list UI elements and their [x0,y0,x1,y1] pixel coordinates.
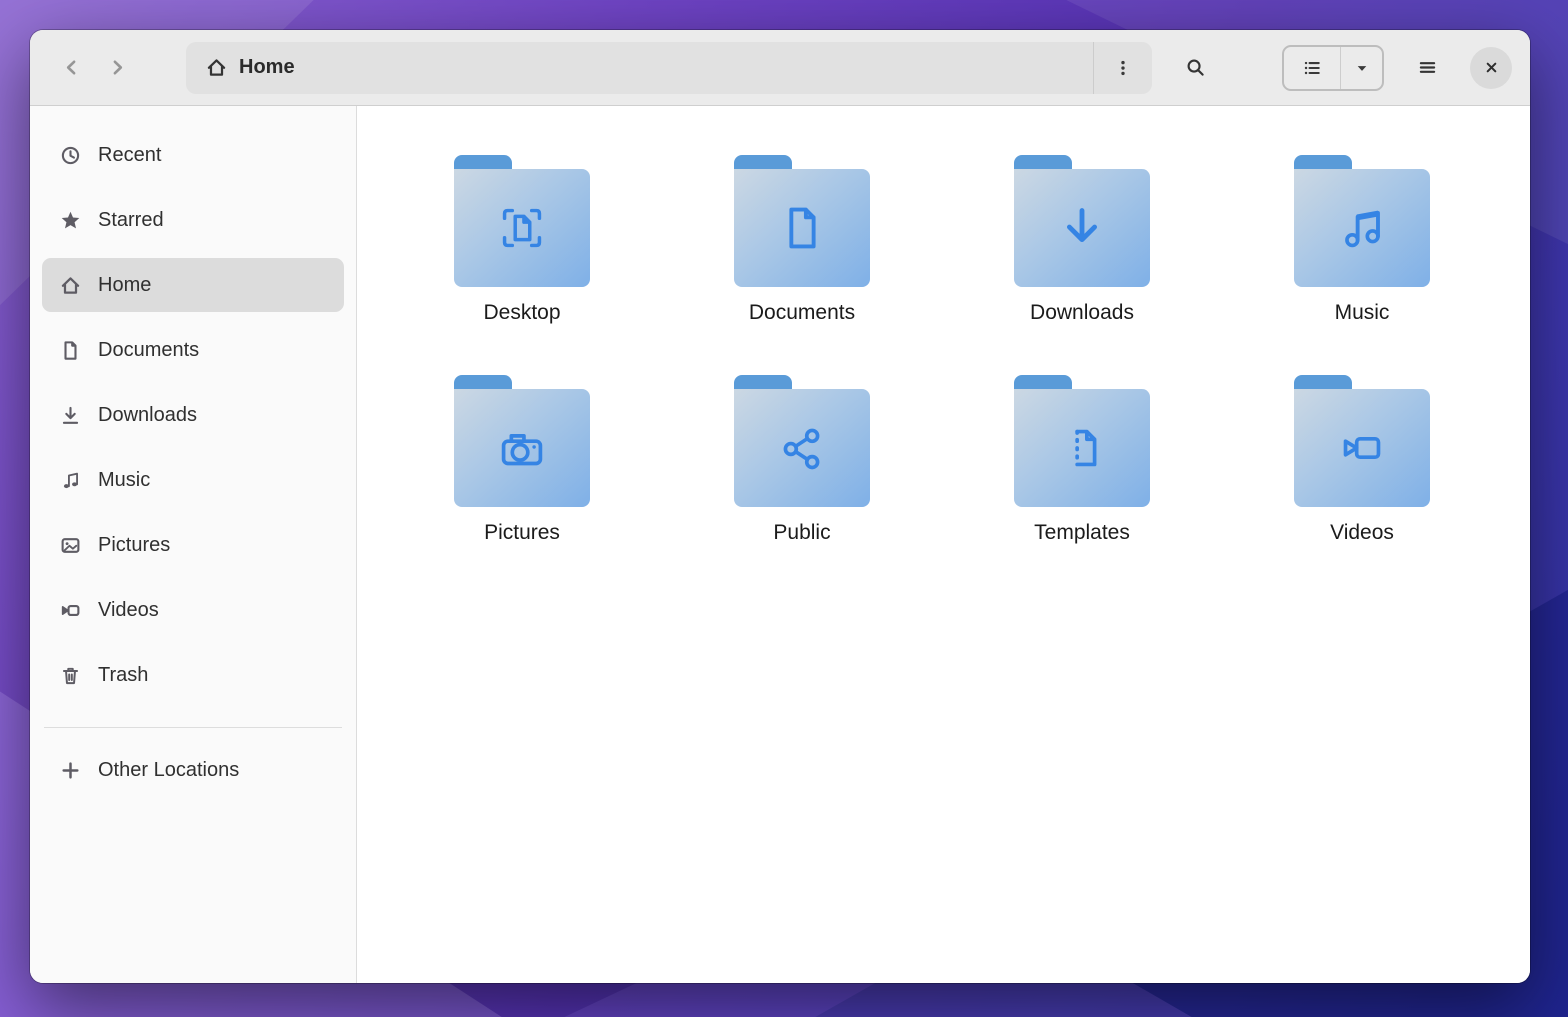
path-bar[interactable]: Home [186,42,1152,94]
sidebar-item-label: Recent [98,144,161,167]
list-view-icon [1303,59,1321,77]
home-icon [206,57,227,78]
trash-icon [60,665,81,686]
music-icon [60,470,81,491]
view-toggle [1282,45,1384,91]
folder-body [454,169,590,287]
sidebar-item-label: Pictures [98,534,170,557]
back-button[interactable] [48,45,94,91]
folder-label: Templates [1034,521,1130,545]
download-icon [60,405,81,426]
folder-label: Pictures [484,521,560,545]
search-icon [1186,58,1205,77]
sidebar-item-home[interactable]: Home [42,258,344,312]
recent-icon [60,145,81,166]
folder-label: Desktop [483,301,560,325]
camera-emblem-icon [491,417,553,479]
folder-body [1014,389,1150,507]
sidebar-item-other-locations[interactable]: Other Locations [42,743,344,797]
location-menu-button[interactable] [1094,42,1152,94]
sidebar-item-trash[interactable]: Trash [42,648,344,702]
folder-icon [1294,375,1430,507]
folder-item-music[interactable]: Music [1222,155,1502,325]
close-button[interactable] [1470,47,1512,89]
folder-body [734,169,870,287]
forward-button[interactable] [94,45,140,91]
sidebar-item-documents[interactable]: Documents [42,323,344,377]
file-view[interactable]: Desktop Documents Downloads Music [357,106,1530,983]
folder-item-templates[interactable]: Templates [942,375,1222,545]
view-options-button[interactable] [1340,47,1382,89]
hamburger-icon [1418,58,1437,77]
folder-icon [454,375,590,507]
headerbar: Home [30,30,1530,106]
close-icon [1483,59,1500,76]
plus-icon [60,760,81,781]
videos-icon [60,600,81,621]
starred-icon [60,210,81,231]
folder-item-pictures[interactable]: Pictures [382,375,662,545]
folder-body [454,389,590,507]
sidebar-item-videos[interactable]: Videos [42,583,344,637]
folder-body [1294,389,1430,507]
sidebar-item-label: Music [98,469,150,492]
folder-label: Downloads [1030,301,1134,325]
desktop-emblem-icon [491,197,553,259]
caret-down-icon [1353,59,1371,77]
files-window: Home Recent [30,30,1530,983]
sidebar-divider [44,727,342,728]
folder-item-downloads[interactable]: Downloads [942,155,1222,325]
list-view-button[interactable] [1284,47,1340,89]
sidebar-item-recent[interactable]: Recent [42,128,344,182]
folder-item-documents[interactable]: Documents [662,155,942,325]
sidebar-items: Recent Starred Home Documents Downloads … [42,128,344,713]
folder-body [1294,169,1430,287]
pictures-icon [60,535,81,556]
folder-label: Documents [749,301,855,325]
kebab-menu-icon [1114,59,1132,77]
folder-icon [1014,375,1150,507]
folder-icon [1294,155,1430,287]
sidebar-item-label: Trash [98,664,148,687]
chevron-left-icon [62,58,81,77]
sidebar-item-label: Other Locations [98,759,239,782]
download-emblem-icon [1051,197,1113,259]
sidebar-item-label: Starred [98,209,164,232]
share-emblem-icon [771,417,833,479]
chevron-right-icon [108,58,127,77]
sidebar-item-music[interactable]: Music [42,453,344,507]
video-emblem-icon [1331,417,1393,479]
sidebar-item-pictures[interactable]: Pictures [42,518,344,572]
search-button[interactable] [1172,45,1218,91]
folder-item-videos[interactable]: Videos [1222,375,1502,545]
sidebar-item-downloads[interactable]: Downloads [42,388,344,442]
sidebar-item-label: Downloads [98,404,197,427]
template-emblem-icon [1051,417,1113,479]
sidebar-item-label: Documents [98,339,199,362]
folder-icon [734,375,870,507]
sidebar-footer-items: Other Locations [42,743,344,808]
folder-label: Public [773,521,830,545]
folder-body [734,389,870,507]
folder-item-public[interactable]: Public [662,375,942,545]
folder-icon [1014,155,1150,287]
music-emblem-icon [1331,197,1393,259]
folder-grid: Desktop Documents Downloads Music [382,155,1530,545]
folder-item-desktop[interactable]: Desktop [382,155,662,325]
window-body: Recent Starred Home Documents Downloads … [30,106,1530,983]
folder-icon [734,155,870,287]
sidebar-item-label: Home [98,274,151,297]
document-icon [60,340,81,361]
folder-label: Music [1335,301,1390,325]
folder-label: Videos [1330,521,1394,545]
home-icon [60,275,81,296]
main-menu-button[interactable] [1404,45,1450,91]
folder-icon [454,155,590,287]
document-emblem-icon [771,197,833,259]
path-label: Home [239,56,295,79]
folder-body [1014,169,1150,287]
sidebar: Recent Starred Home Documents Downloads … [30,106,357,983]
sidebar-item-label: Videos [98,599,159,622]
sidebar-item-starred[interactable]: Starred [42,193,344,247]
